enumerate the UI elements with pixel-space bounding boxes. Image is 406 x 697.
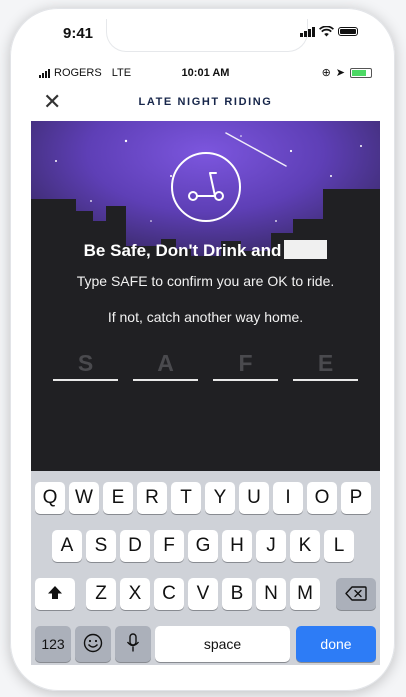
headline-text: Be Safe, Don't Drink and xyxy=(83,241,282,260)
shift-key[interactable] xyxy=(35,578,75,610)
key-v[interactable]: V xyxy=(188,578,218,610)
letter-slot[interactable]: A xyxy=(133,349,198,381)
key-j[interactable]: J xyxy=(256,530,286,562)
wifi-icon xyxy=(319,26,334,37)
instruction-text: Type SAFE to confirm you are OK to ride. xyxy=(76,273,335,289)
safe-code-input[interactable]: S A F E xyxy=(53,349,359,381)
key-t[interactable]: T xyxy=(171,482,201,514)
key-i[interactable]: I xyxy=(273,482,303,514)
charging-battery-icon xyxy=(350,67,372,78)
numbers-key[interactable]: 123 xyxy=(35,626,71,662)
device-status-icons xyxy=(300,26,358,37)
backspace-icon xyxy=(345,586,367,601)
app-status-bar: ROGERS LTE 10:01 AM ⊕ ➤ xyxy=(31,64,380,84)
status-icons: ⊕ ➤ xyxy=(322,66,372,79)
key-g[interactable]: G xyxy=(188,530,218,562)
safety-hero: Be Safe, Don't Drink and Type SAFE to co… xyxy=(31,121,380,471)
key-u[interactable]: U xyxy=(239,482,269,514)
key-f[interactable]: F xyxy=(154,530,184,562)
key-z[interactable]: Z xyxy=(86,578,116,610)
device-notch xyxy=(106,19,308,52)
key-n[interactable]: N xyxy=(256,578,286,610)
on-screen-keyboard: Q W E R T Y U I O P A S D F G H J K L Z … xyxy=(31,471,380,665)
key-k[interactable]: K xyxy=(290,530,320,562)
microphone-icon xyxy=(126,633,140,652)
space-key[interactable]: space xyxy=(155,626,290,662)
key-r[interactable]: R xyxy=(137,482,167,514)
key-h[interactable]: H xyxy=(222,530,252,562)
key-p[interactable]: P xyxy=(341,482,371,514)
night-sky-illustration xyxy=(31,121,380,471)
key-m[interactable]: M xyxy=(290,578,320,610)
key-d[interactable]: D xyxy=(120,530,150,562)
nav-bar: ✕ LATE NIGHT RIDING xyxy=(31,86,380,120)
done-key[interactable]: done xyxy=(296,626,376,662)
key-y[interactable]: Y xyxy=(205,482,235,514)
cell-signal-icon xyxy=(300,26,315,37)
letter-slot[interactable]: S xyxy=(53,349,118,381)
key-a[interactable]: A xyxy=(52,530,82,562)
emoji-key[interactable] xyxy=(75,626,111,662)
orientation-lock-icon: ⊕ xyxy=(321,67,331,79)
dictation-key[interactable] xyxy=(115,626,151,662)
key-c[interactable]: C xyxy=(154,578,184,610)
key-o[interactable]: O xyxy=(307,482,337,514)
key-s[interactable]: S xyxy=(86,530,116,562)
key-w[interactable]: W xyxy=(69,482,99,514)
emoji-icon xyxy=(83,633,103,653)
safety-headline: Be Safe, Don't Drink and xyxy=(31,240,380,261)
page-title: LATE NIGHT RIDING xyxy=(138,96,273,108)
letter-slot[interactable]: E xyxy=(293,349,358,381)
key-x[interactable]: X xyxy=(120,578,150,610)
letter-slot[interactable]: F xyxy=(213,349,278,381)
battery-icon xyxy=(338,27,358,36)
key-q[interactable]: Q xyxy=(35,482,65,514)
key-b[interactable]: B xyxy=(222,578,252,610)
alternative-text: If not, catch another way home. xyxy=(107,309,304,325)
key-e[interactable]: E xyxy=(103,482,133,514)
device-clock: 9:41 xyxy=(63,25,94,42)
key-l[interactable]: L xyxy=(324,530,354,562)
redacted-word xyxy=(284,240,328,259)
shift-arrow-icon xyxy=(48,586,62,599)
backspace-key[interactable] xyxy=(336,578,376,610)
location-icon: ➤ xyxy=(335,67,345,79)
